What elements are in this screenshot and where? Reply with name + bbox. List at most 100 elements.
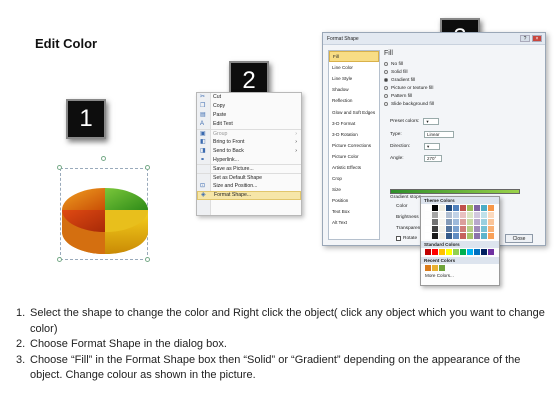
color-swatch[interactable]: [488, 219, 494, 225]
color-swatch[interactable]: [481, 219, 487, 225]
color-swatch[interactable]: [467, 219, 473, 225]
category-text-box[interactable]: Text Box: [329, 206, 379, 217]
color-swatch[interactable]: [446, 212, 452, 218]
color-swatch[interactable]: [488, 249, 494, 255]
color-swatch[interactable]: [432, 212, 438, 218]
color-swatch[interactable]: [446, 219, 452, 225]
category-3d-format[interactable]: 3-D Format: [329, 118, 379, 129]
color-swatch[interactable]: [488, 226, 494, 232]
direction-dropdown[interactable]: ▾: [424, 143, 440, 150]
color-swatch[interactable]: [474, 249, 480, 255]
radio-picture-fill[interactable]: Picture or texture fill: [384, 84, 542, 92]
menu-item-save-as-picture[interactable]: Save as Picture...: [197, 164, 301, 173]
color-swatch[interactable]: [439, 212, 445, 218]
radio-solid-fill[interactable]: Solid fill: [384, 68, 542, 76]
color-swatch[interactable]: [481, 205, 487, 211]
menu-item-cut[interactable]: ✂ Cut: [197, 93, 301, 102]
color-swatch[interactable]: [481, 212, 487, 218]
color-swatch[interactable]: [467, 233, 473, 239]
category-fill[interactable]: Fill: [329, 51, 379, 63]
category-line-color[interactable]: Line Color: [329, 62, 379, 73]
color-swatch[interactable]: [474, 219, 480, 225]
color-swatch[interactable]: [439, 219, 445, 225]
category-size[interactable]: Size: [329, 184, 379, 195]
menu-item-group[interactable]: ▣ Group ›: [197, 128, 301, 138]
category-picture-color[interactable]: Picture Color: [329, 151, 379, 162]
color-swatch[interactable]: [481, 249, 487, 255]
radio-slide-bg-fill[interactable]: Slide background fill: [384, 100, 542, 108]
color-swatch[interactable]: [453, 233, 459, 239]
resize-handle[interactable]: [145, 165, 150, 170]
category-3d-rotation[interactable]: 3-D Rotation: [329, 129, 379, 140]
color-swatch[interactable]: [453, 249, 459, 255]
category-line-style[interactable]: Line Style: [329, 73, 379, 84]
color-swatch[interactable]: [432, 249, 438, 255]
type-dropdown[interactable]: Linear: [424, 131, 454, 138]
color-swatch[interactable]: [474, 212, 480, 218]
menu-item-size-position[interactable]: ⊡ Size and Position...: [197, 182, 301, 191]
color-swatch[interactable]: [425, 233, 431, 239]
color-swatch[interactable]: [425, 226, 431, 232]
category-reflection[interactable]: Reflection: [329, 95, 379, 106]
radio-gradient-fill[interactable]: Gradient fill: [384, 76, 542, 84]
preset-colors-dropdown[interactable]: ▾: [423, 118, 440, 125]
color-swatch[interactable]: [453, 219, 459, 225]
color-swatch[interactable]: [425, 265, 431, 271]
color-swatch[interactable]: [425, 219, 431, 225]
color-swatch[interactable]: [460, 212, 466, 218]
color-swatch[interactable]: [432, 233, 438, 239]
menu-item-copy[interactable]: ❐ Copy: [197, 102, 301, 111]
color-swatch[interactable]: [467, 212, 473, 218]
color-swatch[interactable]: [467, 205, 473, 211]
color-swatch[interactable]: [446, 226, 452, 232]
color-swatch[interactable]: [439, 249, 445, 255]
color-swatch[interactable]: [425, 249, 431, 255]
color-swatch[interactable]: [467, 226, 473, 232]
category-alt-text[interactable]: Alt Text: [329, 217, 379, 228]
menu-item-set-default-shape[interactable]: Set as Default Shape: [197, 173, 301, 182]
category-crop[interactable]: Crop: [329, 173, 379, 184]
close-icon[interactable]: ×: [532, 35, 542, 42]
color-swatch[interactable]: [432, 265, 438, 271]
color-swatch[interactable]: [460, 226, 466, 232]
color-swatch[interactable]: [474, 233, 480, 239]
color-swatch[interactable]: [488, 205, 494, 211]
color-swatch[interactable]: [467, 249, 473, 255]
color-swatch[interactable]: [439, 205, 445, 211]
color-swatch[interactable]: [446, 233, 452, 239]
color-swatch[interactable]: [432, 205, 438, 211]
color-swatch[interactable]: [446, 205, 452, 211]
color-swatch[interactable]: [453, 212, 459, 218]
color-swatch[interactable]: [481, 233, 487, 239]
color-swatch[interactable]: [460, 219, 466, 225]
color-swatch[interactable]: [425, 212, 431, 218]
color-swatch[interactable]: [481, 226, 487, 232]
color-swatch[interactable]: [439, 265, 445, 271]
rotate-checkbox[interactable]: [396, 236, 401, 241]
radio-pattern-fill[interactable]: Pattern fill: [384, 92, 542, 100]
color-swatch[interactable]: [453, 226, 459, 232]
color-swatch[interactable]: [474, 226, 480, 232]
color-swatch[interactable]: [460, 205, 466, 211]
color-swatch[interactable]: [453, 205, 459, 211]
pie-shape[interactable]: [60, 180, 150, 260]
resize-handle[interactable]: [57, 165, 62, 170]
menu-item-send-to-back[interactable]: ◨ Send to Back ›: [197, 146, 301, 155]
menu-item-format-shape[interactable]: ◈ Format Shape...: [197, 190, 301, 200]
menu-item-paste[interactable]: ▤ Paste: [197, 111, 301, 120]
category-picture-corrections[interactable]: Picture Corrections: [329, 140, 379, 151]
color-swatch[interactable]: [460, 249, 466, 255]
menu-item-hyperlink[interactable]: ⚭ Hyperlink...: [197, 155, 301, 164]
rotate-handle[interactable]: [101, 156, 106, 161]
menu-item-bring-to-front[interactable]: ◧ Bring to Front ›: [197, 137, 301, 146]
color-swatch[interactable]: [474, 205, 480, 211]
color-swatch[interactable]: [425, 205, 431, 211]
color-swatch[interactable]: [432, 219, 438, 225]
color-swatch[interactable]: [446, 249, 452, 255]
help-button[interactable]: ?: [520, 35, 530, 42]
color-swatch[interactable]: [439, 233, 445, 239]
category-artistic-effects[interactable]: Artistic Effects: [329, 162, 379, 173]
color-swatch[interactable]: [488, 233, 494, 239]
color-swatch[interactable]: [488, 212, 494, 218]
color-swatch[interactable]: [460, 233, 466, 239]
